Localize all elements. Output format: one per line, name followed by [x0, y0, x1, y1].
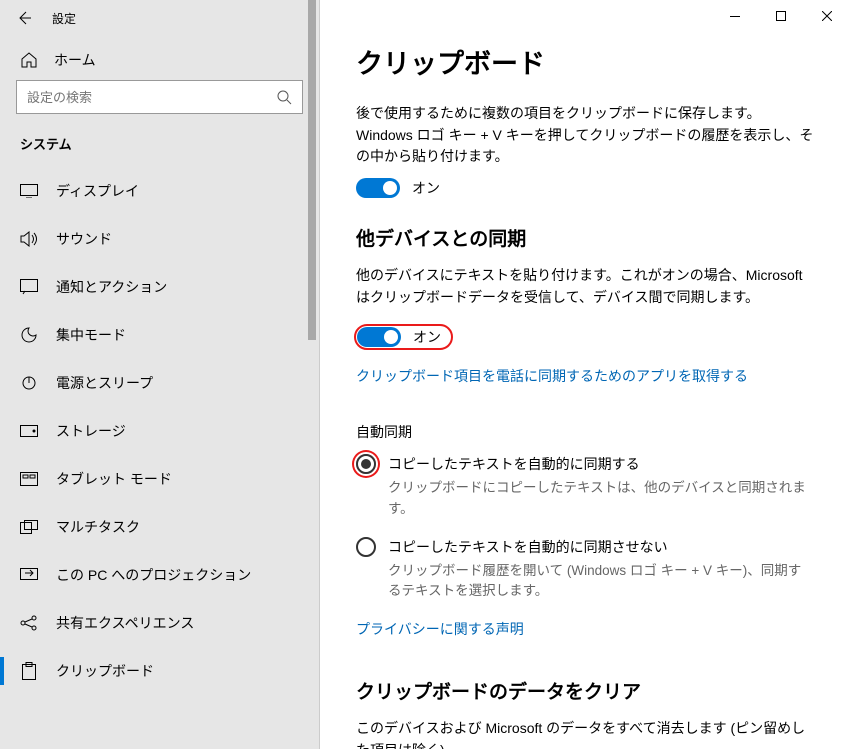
focus-icon — [20, 326, 38, 344]
sidebar-item-label: マルチタスク — [56, 517, 140, 537]
back-arrow-icon — [16, 10, 32, 26]
history-toggle[interactable]: オン — [356, 178, 814, 198]
sidebar-item-multitask[interactable]: マルチタスク — [0, 503, 319, 551]
sidebar-item-storage[interactable]: ストレージ — [0, 407, 319, 455]
clipboard-icon — [20, 662, 38, 680]
sidebar-item-tablet[interactable]: タブレット モード — [0, 455, 319, 503]
multitask-icon — [20, 518, 38, 536]
sidebar-item-sound[interactable]: サウンド — [0, 215, 319, 263]
sidebar-item-shared[interactable]: 共有エクスペリエンス — [0, 599, 319, 647]
projection-icon — [20, 566, 38, 584]
radio-icon — [356, 454, 376, 474]
sidebar-item-label: この PC へのプロジェクション — [56, 565, 251, 585]
sidebar-item-label: ディスプレイ — [56, 181, 139, 201]
sidebar-item-label: 共有エクスペリエンス — [56, 613, 194, 633]
sync-description: 他のデバイスにテキストを貼り付けます。これがオンの場合、Microsoft はク… — [356, 265, 814, 308]
titlebar: 設定 — [0, 0, 319, 36]
notifications-icon — [20, 278, 38, 296]
window-title: 設定 — [52, 10, 76, 27]
radio-manual-desc: クリップボード履歴を開いて (Windows ロゴ キー + V キー)、同期す… — [388, 561, 814, 602]
search-input[interactable] — [27, 90, 277, 105]
auto-sync-label: 自動同期 — [356, 422, 814, 442]
sidebar-item-label: タブレット モード — [56, 469, 172, 489]
settings-window: 設定 ホーム システム ディスプレイ サウンド — [0, 0, 850, 749]
toggle-label: オン — [412, 178, 440, 198]
toggle-switch-icon — [356, 178, 400, 198]
sync-app-link[interactable]: クリップボード項目を電話に同期するためのアプリを取得する — [356, 366, 748, 386]
section-label: システム — [0, 130, 319, 167]
history-description: 後で使用するために複数の項目をクリップボードに保存します。Windows ロゴ … — [356, 103, 814, 168]
sidebar-scrollbar[interactable] — [305, 0, 319, 749]
toggle-label: オン — [413, 327, 441, 347]
sidebar-item-label: サウンド — [56, 229, 112, 249]
search-input-wrap[interactable] — [16, 80, 303, 114]
tablet-icon — [20, 470, 38, 488]
nav-list: ディスプレイ サウンド 通知とアクション 集中モード 電源とスリープ ストレージ — [0, 167, 319, 749]
radio-label: コピーしたテキストを自動的に同期する — [388, 454, 640, 474]
sound-icon — [20, 230, 38, 248]
sidebar: 設定 ホーム システム ディスプレイ サウンド — [0, 0, 320, 749]
search-container — [0, 80, 319, 130]
shared-icon — [20, 614, 38, 632]
privacy-link[interactable]: プライバシーに関する声明 — [356, 619, 524, 639]
home-icon — [20, 51, 38, 69]
sidebar-item-display[interactable]: ディスプレイ — [0, 167, 319, 215]
scrollbar-thumb[interactable] — [308, 0, 316, 340]
sidebar-item-label: 電源とスリープ — [56, 373, 153, 393]
search-icon — [277, 90, 292, 105]
radio-icon — [356, 537, 376, 557]
sidebar-item-label: 集中モード — [56, 325, 126, 345]
home-label: ホーム — [54, 50, 96, 70]
storage-icon — [20, 422, 38, 440]
sidebar-item-notifications[interactable]: 通知とアクション — [0, 263, 319, 311]
sidebar-item-clipboard[interactable]: クリップボード — [0, 647, 319, 695]
display-icon — [20, 182, 38, 200]
sidebar-item-focus[interactable]: 集中モード — [0, 311, 319, 359]
radio-auto-desc: クリップボードにコピーしたテキストは、他のデバイスと同期されます。 — [388, 478, 814, 519]
power-icon — [20, 374, 38, 392]
toggle-switch-icon — [357, 327, 401, 347]
main-content: クリップボード 後で使用するために複数の項目をクリップボードに保存します。Win… — [320, 0, 850, 749]
radio-auto-sync[interactable]: コピーしたテキストを自動的に同期する — [356, 454, 814, 474]
page-title: クリップボード — [356, 42, 814, 81]
sync-toggle[interactable]: オン — [354, 324, 453, 350]
sidebar-item-label: ストレージ — [56, 421, 126, 441]
sidebar-item-label: クリップボード — [56, 661, 154, 681]
sidebar-item-label: 通知とアクション — [56, 277, 167, 297]
clear-description: このデバイスおよび Microsoft のデータをすべて消去します (ピン留めし… — [356, 718, 814, 749]
back-button[interactable] — [6, 0, 42, 36]
radio-label: コピーしたテキストを自動的に同期させない — [388, 537, 668, 557]
radio-manual-sync[interactable]: コピーしたテキストを自動的に同期させない — [356, 537, 814, 557]
clear-heading: クリップボードのデータをクリア — [356, 677, 814, 704]
home-nav[interactable]: ホーム — [0, 36, 319, 80]
sidebar-item-projection[interactable]: この PC へのプロジェクション — [0, 551, 319, 599]
sidebar-item-power[interactable]: 電源とスリープ — [0, 359, 319, 407]
sync-heading: 他デバイスとの同期 — [356, 224, 814, 251]
